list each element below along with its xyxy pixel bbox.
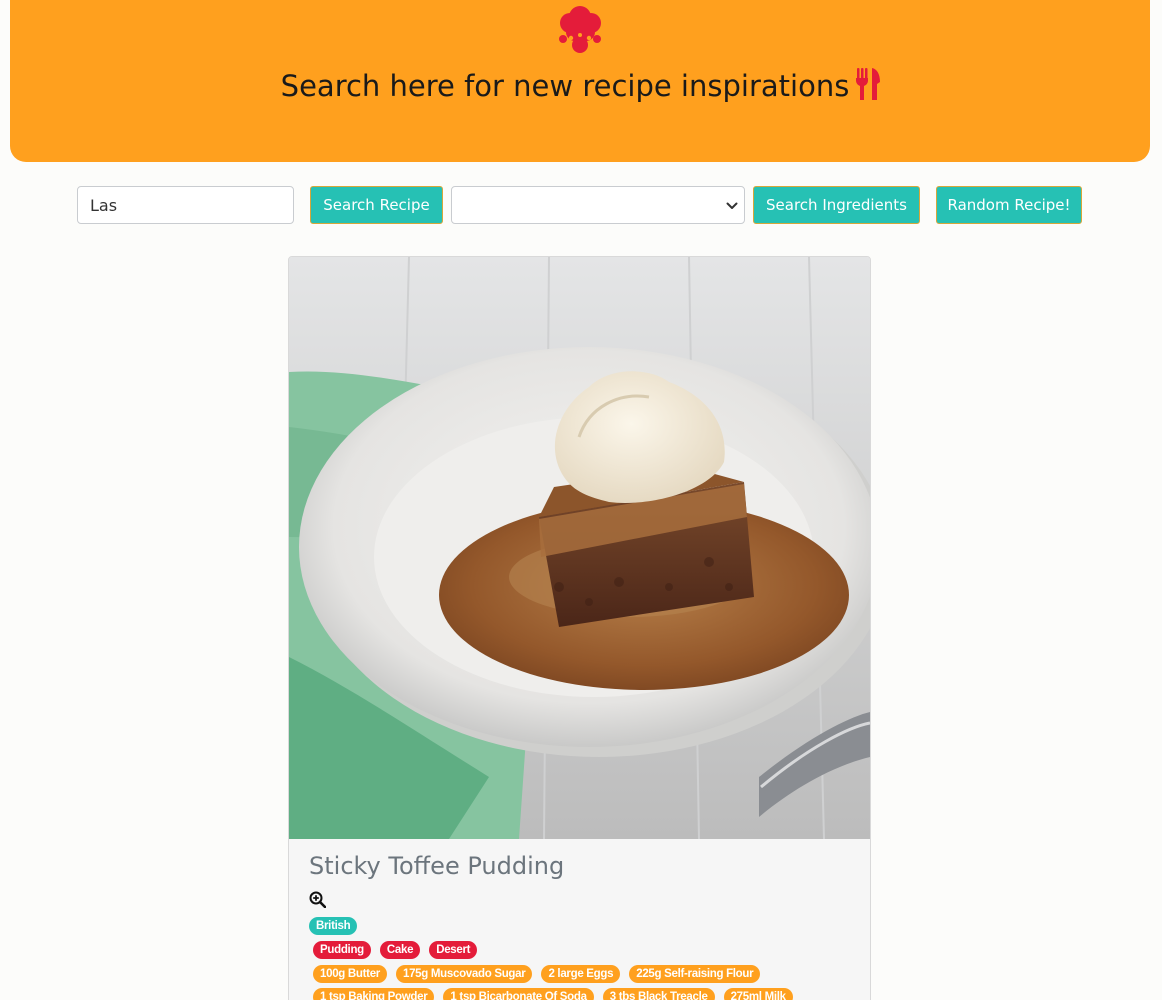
headline-text: Search here for new recipe inspirations [280,69,850,103]
category-tag[interactable]: Pudding [313,941,371,959]
random-recipe-button[interactable]: Random Recipe! [936,186,1082,224]
ingredient-tag[interactable]: 2 large Eggs [541,965,621,983]
brain-cloud-icon [559,6,601,53]
ingredient-tags: 1 tsp Baking Powder 1 tsp Bicarbonate Of… [313,988,858,1000]
recipe-photo[interactable] [289,257,870,839]
ingredient-select[interactable] [451,186,745,224]
page-headline: Search here for new recipe inspirations [0,68,1162,103]
ingredient-tag[interactable]: 1 tsp Bicarbonate Of Soda [443,988,594,1000]
zoom-in-icon[interactable] [309,891,326,908]
fork-knife-icon [856,68,881,100]
ingredient-tag[interactable]: 100g Butter [313,965,387,983]
category-tags: Pudding Cake Desert [313,941,858,959]
recipe-search-input[interactable] [77,186,294,224]
recipe-card[interactable]: Sticky Toffee Pudding British Pudding Ca… [288,256,871,1000]
category-tag[interactable]: Cake [379,941,421,959]
recipe-title[interactable]: Sticky Toffee Pudding [309,852,564,880]
ingredient-tags: 100g Butter 175g Muscovado Sugar 2 large… [313,965,858,983]
ingredient-tag[interactable]: 275ml Milk [723,988,793,1000]
category-tag[interactable]: Desert [429,941,478,959]
chevron-down-icon [726,202,738,209]
ingredient-tag[interactable]: 175g Muscovado Sugar [395,965,533,983]
area-tag[interactable]: British [309,917,358,935]
search-ingredients-button[interactable]: Search Ingredients [753,186,920,224]
area-tags: British [309,917,854,935]
ingredient-tag[interactable]: 225g Self-raising Flour [629,965,761,983]
ingredient-tag[interactable]: 1 tsp Baking Powder [313,988,435,1000]
search-recipe-button[interactable]: Search Recipe [310,186,443,224]
ingredient-tag[interactable]: 3 tbs Black Treacle [602,988,715,1000]
